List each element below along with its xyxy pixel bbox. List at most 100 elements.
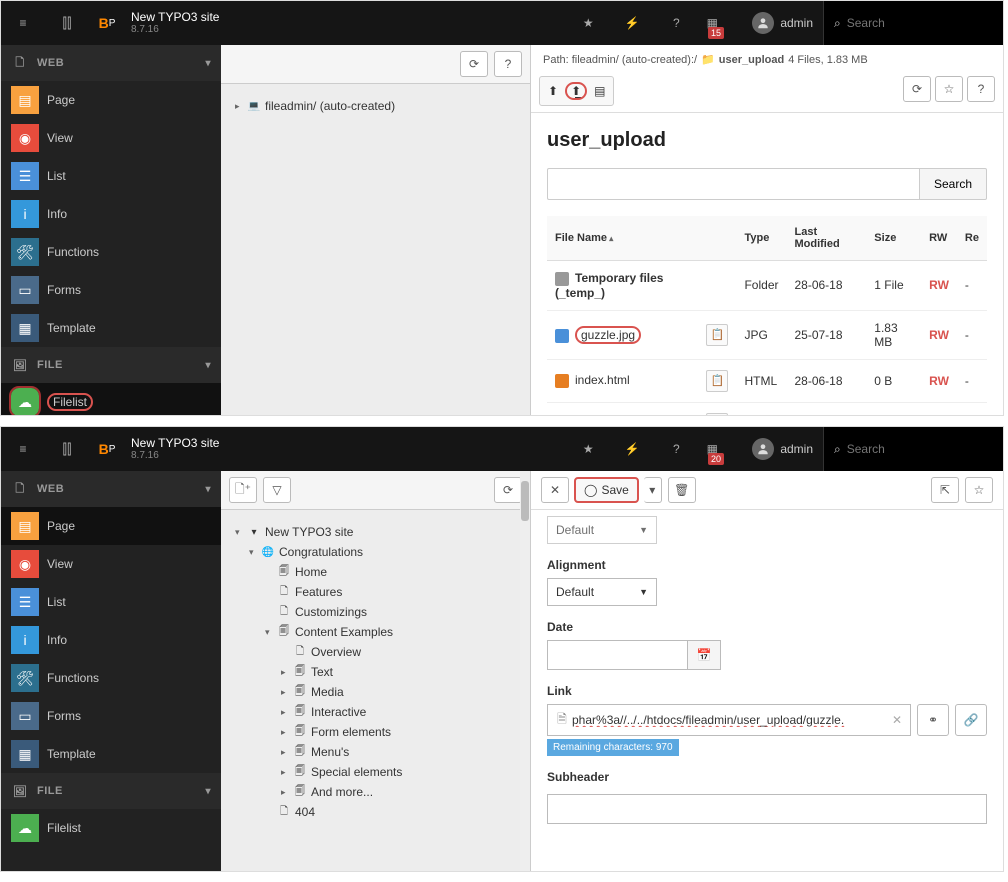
sidebar-item-list[interactable]: ☰List [1,583,221,621]
refresh-button[interactable]: ⟳ [460,51,488,77]
hamburger-icon[interactable]: ≡ [1,427,45,471]
scrollbar[interactable] [520,471,530,871]
sidebar-item-template[interactable]: ▦Template [1,735,221,773]
table-row[interactable]: index.html 📋 HTML 28-06-18 0 B RW - [547,359,987,402]
tree-node[interactable]: ▾ 🌐 Congratulations [231,542,520,562]
delete-button[interactable]: 🗑 [668,477,696,503]
link-wizard-button[interactable]: ⚭ [917,704,949,736]
tree-node[interactable]: ▾ ▾ New TYPO3 site [231,522,520,542]
sidebar-item-filelist[interactable]: ☁Filelist [1,383,221,416]
edit-toolbar: ✕ ◯Save ▾ 🗑 ⇱ ☆ [531,471,1003,510]
table-row[interactable]: Temporary files (_temp_) Folder 28-06-18… [547,261,987,311]
clipboard-button[interactable]: 📋 [706,324,728,346]
file-search-input[interactable] [547,168,919,200]
save-button[interactable]: ◯Save [575,478,638,502]
help-button[interactable]: ? [967,76,995,102]
help-icon[interactable]: ? [654,427,698,471]
tree-node[interactable]: ▸ 🗐 Text [231,662,520,682]
refresh-button[interactable]: ⟳ [494,477,522,503]
help-button[interactable]: ? [494,51,522,77]
document-icon: 🗋 [11,480,29,499]
sidebar-item-forms[interactable]: ▭Forms [1,697,221,735]
sidebar-group-web[interactable]: 🗋 WEB▾ [1,471,221,507]
sidebar-group-file[interactable]: 🖼 FILE▾ [1,347,221,383]
clipboard-button[interactable]: 📋 [706,413,728,416]
type-select[interactable]: Default▼ [547,516,657,544]
tree-node[interactable]: ▸ 🗐 Media [231,682,520,702]
upload-button[interactable]: ⬆̲ [566,83,586,99]
col-ref[interactable]: Re [957,216,987,261]
sidebar-item-filelist[interactable]: ☁Filelist [1,809,221,847]
tree-node[interactable]: ▸ 🗐 Form elements [231,722,520,742]
sidebar-item-view[interactable]: ◉View [1,119,221,157]
col-rw[interactable]: RW [921,216,957,261]
sidebar-group-web[interactable]: 🗋 WEB▾ [1,45,221,81]
calendar-button[interactable]: 📅 [687,640,721,670]
user-menu[interactable]: admin [742,438,823,460]
cache-icon[interactable]: ⚡ [610,1,654,45]
tree-node[interactable]: ▸ 🗐 Menu's [231,742,520,762]
search-input[interactable] [847,16,967,30]
filter-button[interactable]: ▽ [263,477,291,503]
col-type[interactable]: Type [736,216,786,261]
modules-icon[interactable]: ⫿⫿ [45,427,89,471]
new-page-button[interactable]: 🗋⁺ [229,477,257,503]
date-input[interactable] [547,640,687,670]
level-up-button[interactable]: ⬆ [544,84,562,98]
col-modified[interactable]: Last Modified [786,216,866,261]
sidebar-item-page[interactable]: ▤Page [1,81,221,119]
hamburger-icon[interactable]: ≡ [1,1,45,45]
table-row[interactable]: guzzle.jpg 📋 JPG 25-07-18 1.83 MB RW - [547,310,987,359]
site-title: New TYPO3 site 8.7.16 [125,436,219,462]
cache-icon[interactable]: ⚡ [610,427,654,471]
alignment-select[interactable]: Default▼ [547,578,657,606]
user-menu[interactable]: admin [742,12,823,34]
open-button[interactable]: ⇱ [931,477,959,503]
search-box[interactable]: ⌕ [823,427,1003,471]
sidebar-item-view[interactable]: ◉View [1,545,221,583]
col-filename[interactable]: File Name [547,216,698,261]
table-row[interactable]: typo3.jpg 📋 JPG 28-06-18 352 B RW - [547,402,987,416]
tree-node[interactable]: 🗐 Home [231,562,520,582]
link-browser-button[interactable]: 🔗 [955,704,987,736]
search-input[interactable] [847,442,967,456]
sidebar-item-functions[interactable]: 🛠Functions [1,233,221,271]
tree-node[interactable]: ▸ 🗐 Interactive [231,702,520,722]
application-info-icon[interactable]: ▦20 [698,427,742,471]
bookmark-icon[interactable]: ★ [566,1,610,45]
tree-root[interactable]: ▸ 💻 fileadmin/ (auto-created) [231,96,520,116]
sidebar-item-forms[interactable]: ▭Forms [1,271,221,309]
sidebar-item-template[interactable]: ▦Template [1,309,221,347]
tree-node[interactable]: 🗋 404 [231,802,520,822]
subheader-input[interactable] [547,794,987,824]
sidebar-item-info[interactable]: iInfo [1,621,221,659]
tree-node[interactable]: ▸ 🗐 Special elements [231,762,520,782]
modules-icon[interactable]: ⫿⫿ [45,1,89,45]
help-icon[interactable]: ? [654,1,698,45]
save-dropdown-button[interactable]: ▾ [644,477,662,503]
sidebar-item-info[interactable]: iInfo [1,195,221,233]
application-info-icon[interactable]: ▦15 [698,1,742,45]
tree-node[interactable]: 🗋 Customizings [231,602,520,622]
tree-node[interactable]: ▾ 🗐 Content Examples [231,622,520,642]
col-size[interactable]: Size [866,216,921,261]
clear-link-button[interactable]: ✕ [888,713,906,727]
file-search-button[interactable]: Search [919,168,987,200]
bookmark-button[interactable]: ☆ [965,477,993,503]
clipboard-button[interactable]: 📋 [706,370,728,392]
tree-node[interactable]: ▸ 🗐 And more... [231,782,520,802]
bookmark-button[interactable]: ☆ [935,76,963,102]
close-button[interactable]: ✕ [541,477,569,503]
search-box[interactable]: ⌕ [823,1,1003,45]
new-button[interactable]: ▤ [590,84,609,98]
tree-node[interactable]: 🗋 Overview [231,642,520,662]
link-input[interactable] [572,713,888,727]
sidebar-item-functions[interactable]: 🛠Functions [1,659,221,697]
file-toolbar: ⬆ ⬆̲ ▤ ⟳ ☆ ? [531,70,1003,113]
sidebar-group-file[interactable]: 🖼 FILE▾ [1,773,221,809]
sidebar-item-page[interactable]: ▤Page [1,507,221,545]
bookmark-icon[interactable]: ★ [566,427,610,471]
tree-node[interactable]: 🗋 Features [231,582,520,602]
refresh-button[interactable]: ⟳ [903,76,931,102]
sidebar-item-list[interactable]: ☰List [1,157,221,195]
